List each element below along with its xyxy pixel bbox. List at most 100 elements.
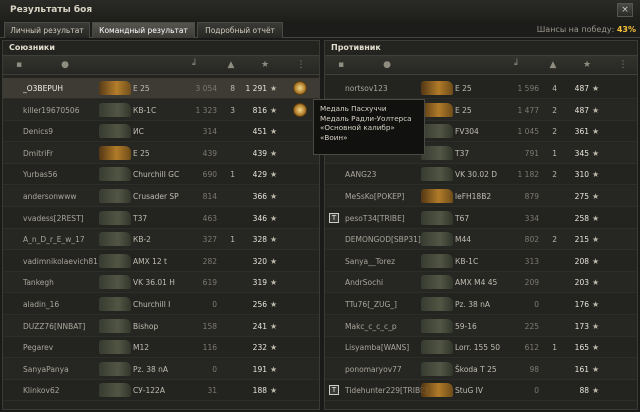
tank-icon <box>99 232 131 247</box>
player-row[interactable]: DmitriFr E 25 439 439 ★ <box>3 142 319 164</box>
kills-value: 2 <box>552 235 557 245</box>
xp-column-icon[interactable]: ★ <box>259 60 271 71</box>
player-row[interactable]: TTu76[_ZUG_] Pz. 38 nA 0 176 ★ <box>325 294 637 315</box>
damage-value: 690 <box>202 170 217 180</box>
tab-detailed-report[interactable]: Подробный отчёт <box>197 22 283 38</box>
tank-icon <box>421 124 453 139</box>
player-row[interactable]: TpesoT34[TRIBE] T67 334 258 ★ <box>325 208 637 229</box>
player-row[interactable]: _O3BEPUH E 25 3 054 8 1 291 ★ <box>3 78 319 99</box>
damage-value: 158 <box>202 321 217 331</box>
damage-value: 313 <box>524 256 539 266</box>
player-row[interactable]: Sanya__Torez КВ-1С 313 208 ★ <box>325 251 637 272</box>
xp-column-icon[interactable]: ★ <box>581 60 593 71</box>
damage-value: 612 <box>524 343 539 353</box>
player-row[interactable]: vadimnikolaevich81 AMX 12 t 282 320 ★ <box>3 251 319 272</box>
player-row[interactable]: andersonwww Crusader SP 814 366 ★ <box>3 186 319 207</box>
player-row[interactable]: SanyaPanya Pz. 38 nA 0 191 ★ <box>3 358 319 380</box>
tank-icon <box>421 383 453 398</box>
tank-icon <box>421 318 453 333</box>
tooltip-line: Медаль Радли-Уолтерса <box>320 113 412 123</box>
xp-value: 203 <box>574 278 589 288</box>
player-row[interactable]: ponomaryov77 Škoda T 25 98 161 ★ <box>325 358 637 380</box>
player-column-icon[interactable]: ● <box>59 60 71 71</box>
tab-personal-result[interactable]: Личный результат <box>4 22 90 38</box>
damage-value: 31 <box>207 386 217 396</box>
damage-value: 334 <box>524 213 539 223</box>
vehicle-name: ИС <box>133 127 144 137</box>
player-column-icon[interactable]: ● <box>381 60 393 71</box>
xp-value: 310 <box>574 170 589 180</box>
vehicle-name: VK 36.01 H <box>133 278 175 288</box>
vehicle-name: T37 <box>133 213 148 223</box>
player-row[interactable]: Makc_c_c_c_p 59-16 225 173 ★ <box>325 315 637 337</box>
tank-icon <box>99 124 131 139</box>
xp-value: 256 <box>252 300 267 309</box>
player-row[interactable]: AndrSochi AMX M4 45 209 203 ★ <box>325 272 637 294</box>
player-row[interactable]: killer19670506 КВ-1С 1 323 3 816 ★ <box>3 99 319 121</box>
player-row[interactable]: AANG23 VK 30.02 D1 182 2 310 ★ <box>325 164 637 186</box>
vehicle-name: E 25 <box>133 148 150 158</box>
damage-value: 1 596 <box>517 84 539 93</box>
xp-star-icon: ★ <box>270 364 278 374</box>
tank-icon <box>99 189 131 203</box>
tank-icon <box>421 81 453 95</box>
vehicle-name: M12 <box>133 343 150 353</box>
vehicle-name: VK 30.02 D <box>455 170 498 180</box>
tank-icon <box>99 102 131 117</box>
player-row[interactable]: Yurbas56 Churchill GC 690 1 429 ★ <box>3 164 319 186</box>
damage-column-icon[interactable]: ╛ <box>189 60 201 71</box>
player-row[interactable]: Lisyamba[WANS] Lorr. 155 50 612 1 165 ★ <box>325 337 637 359</box>
window-title: Результаты боя <box>10 5 93 15</box>
close-button[interactable]: × <box>617 3 633 17</box>
xp-value: 429 <box>252 170 267 180</box>
vehicle-name: E 25 <box>455 84 472 93</box>
tank-icon <box>99 383 131 398</box>
xp-star-icon: ★ <box>592 170 600 180</box>
damage-column-icon[interactable]: ╛ <box>511 60 523 71</box>
vehicle-name: M44 <box>455 235 472 245</box>
squad-column-icon[interactable]: ▪ <box>13 60 25 71</box>
player-row[interactable]: Denics9 ИС 314 451 ★ <box>3 121 319 143</box>
xp-value: 320 <box>252 256 267 266</box>
vehicle-name: Škoda T 25 <box>455 364 497 374</box>
vehicle-name: leFH18B2 <box>455 192 492 201</box>
kills-column-icon[interactable]: ▲ <box>225 60 237 71</box>
xp-star-icon: ★ <box>270 235 278 245</box>
player-row[interactable]: Klinkov62 СУ-122А 31 188 ★ <box>3 380 319 402</box>
player-row[interactable]: DEMONGOD[SBP31] M44 802 2 215 ★ <box>325 229 637 251</box>
kills-column-icon[interactable]: ▲ <box>547 60 559 71</box>
player-row[interactable]: vvadess[2REST] T37 463 346 ★ <box>3 208 319 229</box>
xp-value: 366 <box>252 192 267 201</box>
vehicle-name: AMX M4 45 <box>455 278 498 288</box>
tank-icon <box>421 167 453 182</box>
player-row[interactable]: A_n_D_r_E_w_17 КВ-2 327 1 328 ★ <box>3 229 319 251</box>
damage-value: 802 <box>524 235 539 245</box>
tank-icon <box>421 145 453 160</box>
player-row[interactable]: T Tidehunter229[TRIBE] StuG IV 0 88 ★ <box>325 380 637 402</box>
xp-star-icon: ★ <box>270 213 278 223</box>
xp-value: 361 <box>574 127 589 137</box>
xp-star-icon: ★ <box>592 213 600 223</box>
tank-icon <box>99 253 131 268</box>
medal-icon[interactable] <box>293 102 307 117</box>
tank-icon <box>421 275 453 290</box>
player-row[interactable]: DUZZ76[NNBAT] Bishop 158 241 ★ <box>3 315 319 337</box>
xp-value: 161 <box>574 364 589 374</box>
medals-column-icon[interactable]: ⋮ <box>617 60 629 71</box>
medal-icon[interactable] <box>293 81 307 95</box>
player-row[interactable]: nortsov123 E 25 1 596 4 487 ★ <box>325 78 637 99</box>
damage-value: 0 <box>534 386 539 396</box>
tab-team-result[interactable]: Командный результат <box>92 22 195 38</box>
player-row[interactable]: Pegarev M12 116 232 ★ <box>3 337 319 359</box>
damage-value: 98 <box>529 364 539 374</box>
kills-value: 1 <box>552 148 557 158</box>
squad-column-icon[interactable]: ▪ <box>335 60 347 71</box>
player-row[interactable]: MeSsKo[POKEP] leFH18B2 879 275 ★ <box>325 186 637 207</box>
player-row[interactable]: Tankegh VK 36.01 H 619 319 ★ <box>3 272 319 294</box>
xp-value: 439 <box>252 148 267 158</box>
kills-value: 2 <box>552 127 557 137</box>
player-row[interactable]: aladin_16 Churchill I 0 256 ★ <box>3 294 319 315</box>
damage-value: 791 <box>524 148 539 158</box>
medal-tooltip: Медаль Пасхуччи Медаль Радли-Уолтерса «О… <box>313 99 425 155</box>
medals-column-icon[interactable]: ⋮ <box>295 60 307 71</box>
